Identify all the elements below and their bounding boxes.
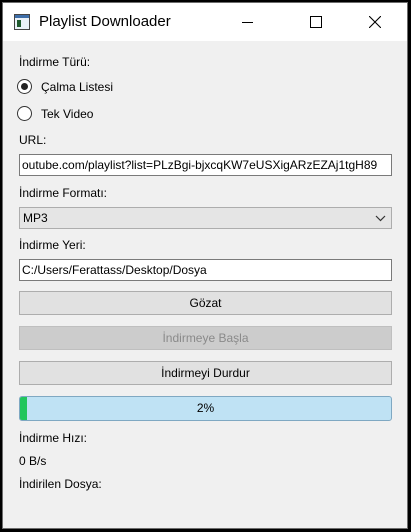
progress-text: 2% <box>196 401 215 415</box>
radio-playlist[interactable] <box>17 79 32 94</box>
stop-download-button[interactable]: İndirmeyi Durdur <box>19 361 392 385</box>
radio-selected-dot <box>21 83 28 90</box>
chevron-down-icon <box>375 215 386 222</box>
url-label: URL: <box>19 133 47 147</box>
format-select[interactable]: MP3 <box>19 207 392 229</box>
minimize-icon <box>242 22 253 23</box>
start-download-button[interactable]: İndirmeye Başla <box>19 326 392 350</box>
maximize-icon <box>310 16 322 28</box>
location-input[interactable]: C:/Users/Ferattass/Desktop/Dosya <box>19 259 392 281</box>
app-window: Playlist Downloader İndirme Türü: Çalma … <box>2 2 408 529</box>
window-title: Playlist Downloader <box>39 13 171 30</box>
minimize-button[interactable] <box>224 3 270 41</box>
radio-single-video[interactable] <box>17 106 32 121</box>
radio-playlist-label[interactable]: Çalma Listesi <box>41 80 113 94</box>
downloaded-file-label: İndirilen Dosya: <box>19 477 102 491</box>
close-icon <box>369 16 381 28</box>
format-select-value: MP3 <box>23 211 48 225</box>
format-label: İndirme Formatı: <box>19 186 108 200</box>
download-progress-bar: 2% <box>19 396 392 421</box>
url-input[interactable]: outube.com/playlist?list=PLzBgi-bjxcqKW7… <box>19 154 392 176</box>
location-label: İndirme Yeri: <box>19 238 86 252</box>
speed-label: İndirme Hızı: <box>19 431 88 445</box>
maximize-button[interactable] <box>291 3 337 41</box>
app-icon <box>14 14 30 30</box>
close-button[interactable] <box>352 3 398 41</box>
download-type-label: İndirme Türü: <box>19 55 91 69</box>
title-bar[interactable]: Playlist Downloader <box>3 3 407 41</box>
speed-value: 0 B/s <box>19 454 47 468</box>
browse-button[interactable]: Gözat <box>19 291 392 315</box>
radio-single-video-label[interactable]: Tek Video <box>41 107 93 121</box>
